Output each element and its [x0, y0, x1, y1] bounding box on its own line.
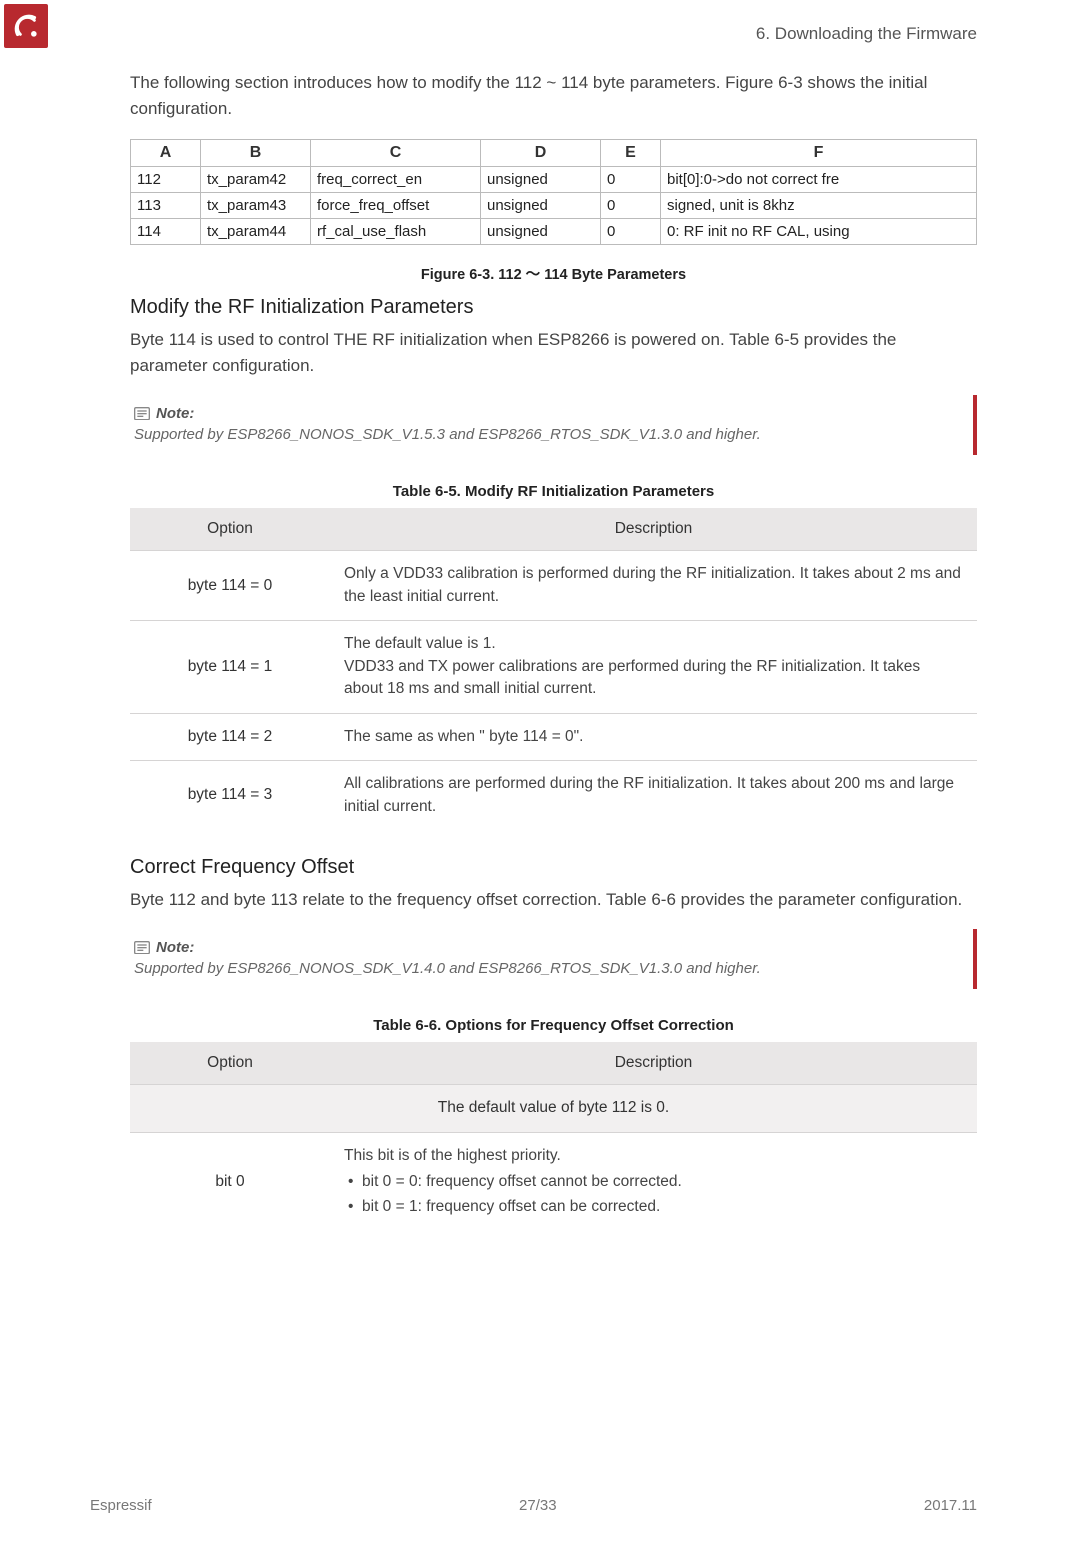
col-header-b: B	[201, 139, 311, 166]
cell: 114	[131, 218, 201, 244]
td-desc: This bit is of the highest priority. bit…	[330, 1132, 977, 1232]
cell: 0: RF init no RF CAL, using	[661, 218, 977, 244]
th-option: Option	[130, 1042, 330, 1085]
cell: tx_param42	[201, 166, 311, 192]
note-icon	[134, 941, 150, 955]
note-title-text: Note:	[156, 939, 194, 956]
col-header-f: F	[661, 139, 977, 166]
spreadsheet-header-row: A B C D E F	[131, 139, 977, 166]
table-6-6: Option Description The default value of …	[130, 1042, 977, 1232]
brand-logo	[4, 4, 48, 48]
td-option: byte 114 = 2	[130, 713, 330, 760]
td-option: byte 114 = 1	[130, 621, 330, 713]
cell: 0	[601, 166, 661, 192]
note-body: Supported by ESP8266_NONOS_SDK_V1.4.0 an…	[134, 960, 959, 977]
footer-right: 2017.11	[924, 1497, 977, 1514]
td-desc-line: This bit is of the highest priority.	[344, 1147, 561, 1164]
th-option: Option	[130, 508, 330, 551]
table-6-5: Option Description byte 114 = 0 Only a V…	[130, 508, 977, 830]
cell: force_freq_offset	[311, 192, 481, 218]
note-title-text: Note:	[156, 405, 194, 422]
col-header-e: E	[601, 139, 661, 166]
cell: rf_cal_use_flash	[311, 218, 481, 244]
table-row: byte 114 = 0 Only a VDD33 calibration is…	[130, 551, 977, 621]
footer-left: Espressif	[90, 1497, 152, 1514]
cell: unsigned	[481, 192, 601, 218]
th-description: Description	[330, 1042, 977, 1085]
spreadsheet-figure: A B C D E F 112 tx_param42 freq_correct_…	[130, 139, 977, 245]
cell: 112	[131, 166, 201, 192]
bullet-list: bit 0 = 0: frequency offset cannot be co…	[344, 1171, 963, 1218]
table-header-row: Option Description	[130, 508, 977, 551]
cell: 0	[601, 192, 661, 218]
section-heading-freq-offset: Correct Frequency Offset	[130, 856, 977, 879]
table-row: byte 114 = 1 The default value is 1. VDD…	[130, 621, 977, 713]
td-desc: The default value is 1. VDD33 and TX pow…	[330, 621, 977, 713]
note-block: Note: Supported by ESP8266_NONOS_SDK_V1.…	[130, 395, 977, 455]
bullet-item: bit 0 = 1: frequency offset can be corre…	[344, 1196, 963, 1218]
col-header-d: D	[481, 139, 601, 166]
note-body: Supported by ESP8266_NONOS_SDK_V1.5.3 an…	[134, 426, 959, 443]
td-option: byte 114 = 0	[130, 551, 330, 621]
td-desc: The same as when " byte 114 = 0".	[330, 713, 977, 760]
td-option: byte 114 = 3	[130, 761, 330, 830]
cell: unsigned	[481, 166, 601, 192]
spreadsheet-row: 113 tx_param43 force_freq_offset unsigne…	[131, 192, 977, 218]
td-desc: Only a VDD33 calibration is performed du…	[330, 551, 977, 621]
col-header-c: C	[311, 139, 481, 166]
table-header-row: Option Description	[130, 1042, 977, 1085]
cell: signed, unit is 8khz	[661, 192, 977, 218]
footer-center: 27/33	[519, 1497, 557, 1514]
table-caption: Table 6-6. Options for Frequency Offset …	[130, 1017, 977, 1034]
col-header-a: A	[131, 139, 201, 166]
table-row: byte 114 = 3 All calibrations are perfor…	[130, 761, 977, 830]
page: 6. Downloading the Firmware The followin…	[0, 0, 1067, 1542]
cell: 113	[131, 192, 201, 218]
note-title: Note:	[134, 939, 959, 956]
table-caption: Table 6-5. Modify RF Initialization Para…	[130, 483, 977, 500]
spreadsheet-row: 112 tx_param42 freq_correct_en unsigned …	[131, 166, 977, 192]
section-paragraph: Byte 114 is used to control THE RF initi…	[130, 327, 977, 380]
td-desc: All calibrations are performed during th…	[330, 761, 977, 830]
page-footer: Espressif 27/33 2017.11	[0, 1497, 1067, 1514]
espressif-logo-icon	[12, 12, 40, 40]
section-paragraph: Byte 112 and byte 113 relate to the freq…	[130, 887, 977, 913]
cell: bit[0]:0->do not correct fre	[661, 166, 977, 192]
note-title: Note:	[134, 405, 959, 422]
td-subhead: The default value of byte 112 is 0.	[130, 1085, 977, 1132]
chapter-title: 6. Downloading the Firmware	[756, 24, 977, 44]
figure-caption: Figure 6-3. 112 ～ 114 Byte Parameters	[130, 263, 977, 284]
cell: tx_param43	[201, 192, 311, 218]
bullet-item: bit 0 = 0: frequency offset cannot be co…	[344, 1171, 963, 1193]
cell: unsigned	[481, 218, 601, 244]
cell: 0	[601, 218, 661, 244]
note-icon	[134, 407, 150, 421]
note-block: Note: Supported by ESP8266_NONOS_SDK_V1.…	[130, 929, 977, 989]
section-heading-rf-init: Modify the RF Initialization Parameters	[130, 296, 977, 319]
th-description: Description	[330, 508, 977, 551]
cell: tx_param44	[201, 218, 311, 244]
table-subheader-row: The default value of byte 112 is 0.	[130, 1085, 977, 1132]
table-row: byte 114 = 2 The same as when " byte 114…	[130, 713, 977, 760]
intro-paragraph: The following section introduces how to …	[130, 70, 977, 123]
table-row: bit 0 This bit is of the highest priorit…	[130, 1132, 977, 1232]
cell: freq_correct_en	[311, 166, 481, 192]
td-option: bit 0	[130, 1132, 330, 1232]
spreadsheet-row: 114 tx_param44 rf_cal_use_flash unsigned…	[131, 218, 977, 244]
